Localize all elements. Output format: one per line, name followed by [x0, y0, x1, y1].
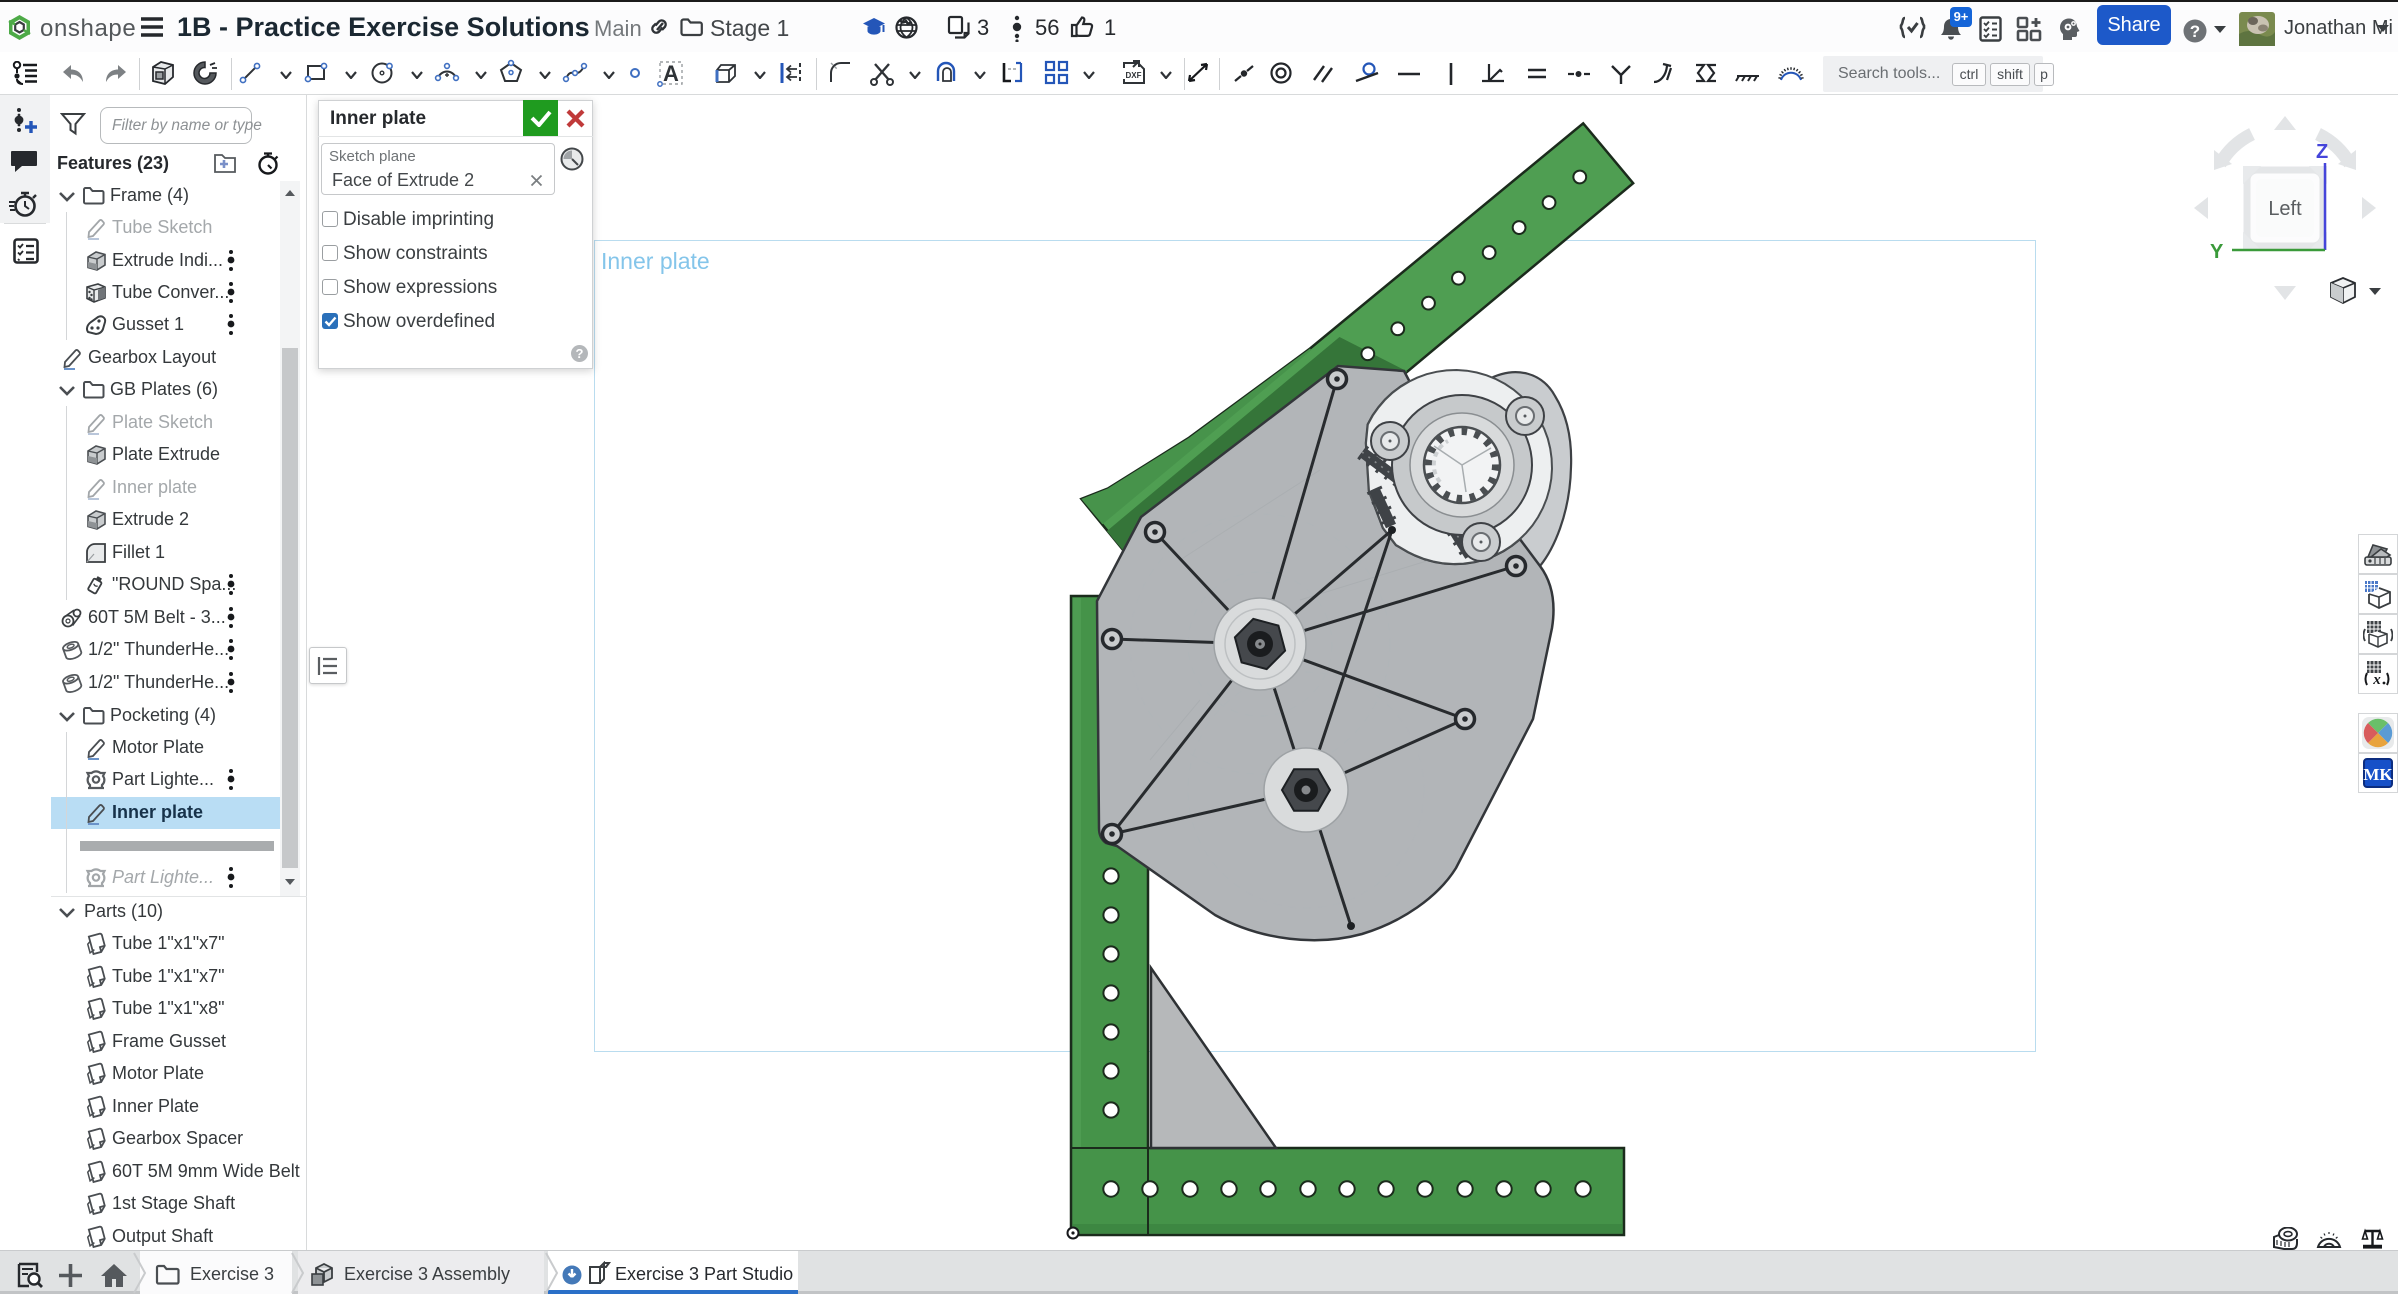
svg-text:Z: Z — [2316, 141, 2328, 163]
svg-text:?: ? — [2190, 22, 2200, 41]
svg-text:DXF: DXF — [1126, 71, 1142, 80]
svg-text:MK: MK — [2363, 765, 2393, 784]
svg-text:A: A — [663, 61, 679, 86]
svg-text:Y: Y — [2210, 241, 2224, 263]
svg-text:x: x — [2372, 672, 2381, 688]
svg-text:Left: Left — [2268, 198, 2302, 220]
